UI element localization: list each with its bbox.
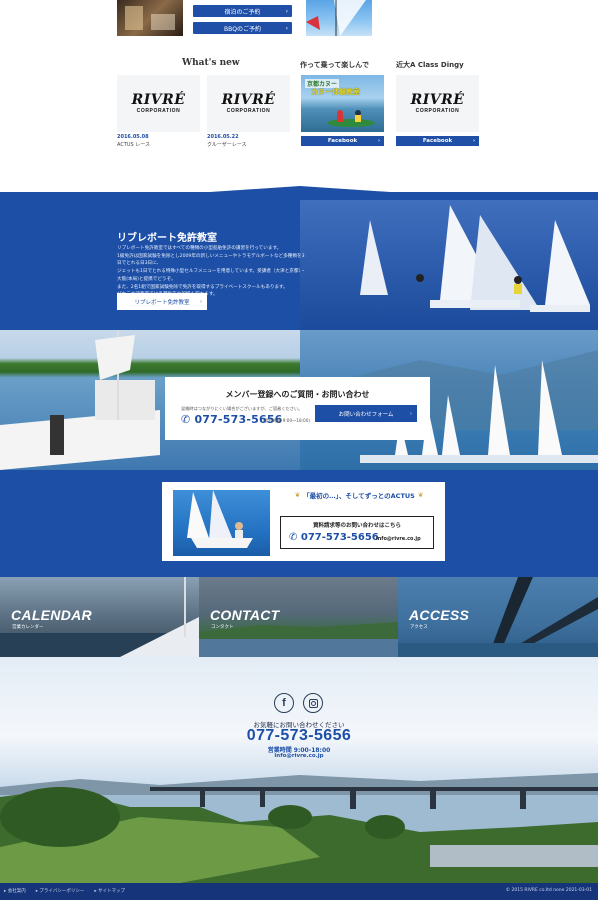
- rivre-logo-sub: CORPORATION: [226, 108, 271, 114]
- chevron-right-icon: ›: [377, 138, 380, 144]
- window-light: [125, 6, 143, 30]
- chevron-right-icon: ›: [410, 410, 412, 417]
- footer-link-sitemap[interactable]: ▸ サイトマップ: [94, 888, 125, 894]
- lake-scene: [0, 657, 598, 883]
- inquiry-form-button[interactable]: お問い合わせフォーム ›: [315, 405, 417, 422]
- rivre-logo: RIVRÉ: [221, 92, 276, 108]
- contact-note: 混雑時はつながりにくい場合がございますが、ご容赦ください。: [181, 406, 303, 411]
- inquiry-form-label: お問い合わせフォーム: [338, 411, 394, 418]
- chevron-right-icon: ›: [472, 138, 475, 144]
- school-body-line: ジェットも1日でとれる特殊小型セルフメニューを用意しています。受講者（大津と京都…: [117, 269, 306, 282]
- contact-title: メンバー登録へのご質問・お問い合わせ: [225, 390, 370, 399]
- lodging-reservation-button[interactable]: 宿泊のご予約 ›: [193, 5, 292, 17]
- sail-boats-illustration: [360, 205, 590, 312]
- news-card-2-image[interactable]: RIVRÉ CORPORATION: [207, 75, 290, 132]
- access-tile-sub: アクセス: [410, 625, 428, 630]
- footer-link-privacy-label: プライバシーポリシー: [39, 889, 85, 894]
- canoe-banner[interactable]: 京都カヌー カヌー体験教室: [301, 75, 384, 132]
- access-tile[interactable]: ACCESS アクセス: [398, 577, 598, 657]
- actus-tagline: 「最初の…」、そしてずっとのACTUS: [303, 492, 415, 500]
- school-title: リブレボート免許教室: [117, 233, 217, 244]
- chevron-right-icon: ›: [285, 24, 288, 32]
- footer-bar: ▸ 会社案内 ▸ プライバシーポリシー ▸ サイトマップ © 2015 RIVR…: [0, 883, 598, 900]
- news-date: 2016.05.08: [117, 134, 149, 140]
- chevron-right-icon: ›: [200, 298, 202, 305]
- instagram-icon[interactable]: [303, 693, 323, 713]
- footer-phone[interactable]: 077-573-5656: [0, 727, 598, 745]
- instagram-lens: [310, 700, 316, 706]
- footer-links: ▸ 会社案内 ▸ プライバシーポリシー ▸ サイトマップ: [4, 888, 125, 894]
- contact-tile-sub: コンタクト: [211, 625, 234, 630]
- actus-phone[interactable]: 077-573-5656: [301, 532, 379, 543]
- member-contact-box: メンバー登録へのご質問・お問い合わせ 混雑時はつながりにくい場合がございますが、…: [165, 377, 430, 440]
- copyright-text: © 2015 RIVRE co.ltd none 2021-03-01: [505, 888, 592, 893]
- news-title-link[interactable]: クルーザーレース: [207, 141, 247, 148]
- calendar-tile-title: CALENDAR: [11, 607, 92, 623]
- sailing-race-photo: [300, 200, 598, 330]
- sail-illustration: [306, 0, 366, 36]
- school-body-line: また、2名1組で国家試験免除で免許を取得するプライベートスクールもあります。: [117, 284, 288, 290]
- actus-boat-illustration: [187, 490, 253, 548]
- laurel-left-icon: ❦: [294, 491, 301, 499]
- facebook-label: Facebook: [422, 138, 453, 144]
- facebook-button[interactable]: Facebook ›: [396, 136, 479, 146]
- whats-new-heading: What's new: [182, 58, 240, 68]
- news-card-1-image[interactable]: RIVRÉ CORPORATION: [117, 75, 200, 132]
- calendar-tile[interactable]: CALENDAR 営業カレンダー: [0, 577, 199, 657]
- canoe-illustration: [327, 110, 375, 127]
- rivre-logo: RIVRÉ: [131, 92, 186, 108]
- phone-icon: ✆: [181, 413, 191, 426]
- school-description: リブレボート免許教室ではすべての種類の小型船舶免許の講習を行っています。 1級免…: [117, 245, 307, 299]
- table-shape: [151, 14, 175, 30]
- actus-inquiry-text: 資料請求等のお問い合わせはこちら: [312, 523, 401, 529]
- school-button[interactable]: リブレボート免許教室 ›: [117, 293, 207, 310]
- kinki-heading: 近大A Class Dingy: [396, 61, 464, 69]
- actus-email[interactable]: info@rivre.co.jp: [376, 536, 421, 542]
- tsukutte-heading: 作って乗って楽しんで: [300, 61, 369, 69]
- actus-tagline-row: ❦ 「最初の…」、そしてずっとのACTUS ❦: [280, 490, 438, 500]
- news-date: 2016.05.22: [207, 134, 239, 140]
- rivre-logo-sub: CORPORATION: [415, 108, 460, 114]
- rivre-logo-sub: CORPORATION: [136, 108, 181, 114]
- contact-tile[interactable]: CONTACT コンタクト: [199, 577, 398, 657]
- actus-box: ❦ 「最初の…」、そしてずっとのACTUS ❦ 資料請求等のお問い合わせはこちら…: [162, 482, 445, 561]
- actus-photo: [173, 490, 270, 556]
- bbq-reservation-button[interactable]: BBQのご予約 ›: [193, 22, 292, 34]
- footer-link-company[interactable]: ▸ 会社案内: [4, 888, 26, 894]
- sail-photo: [306, 0, 372, 36]
- news-title-link[interactable]: ACTUS レース: [117, 141, 150, 148]
- school-button-label: リブレボート免許教室: [134, 299, 190, 306]
- school-body-line: リブレボート免許教室ではすべての種類の小型船舶免許の講習を行っています。: [117, 246, 282, 251]
- phone-icon: ✆: [289, 532, 298, 543]
- rivre-logo: RIVRÉ: [410, 92, 465, 108]
- lodging-photo: [117, 0, 183, 36]
- bbq-reservation-label: BBQのご予約: [224, 25, 261, 33]
- bridge-landscape-illustration: [0, 773, 598, 883]
- footer-link-privacy[interactable]: ▸ プライバシーポリシー: [36, 888, 85, 894]
- contact-hours: (受付時間 9:00～18:00): [263, 418, 311, 423]
- canoe-banner-line2: カヌー体験教室: [311, 88, 360, 96]
- school-body-line: 1級免許は国家試験を免除とし2009年の新しいメニューやトラモデルボートなど多種…: [117, 253, 305, 267]
- footer-link-sitemap-label: サイトマップ: [98, 889, 126, 894]
- contact-tile-title: CONTACT: [210, 607, 280, 623]
- kinki-card-image[interactable]: RIVRÉ CORPORATION: [396, 75, 479, 132]
- footer-link-company-label: 会社案内: [7, 889, 26, 894]
- facebook-icon[interactable]: f: [274, 693, 294, 713]
- actus-phone-row: ✆ 077-573-5656: [289, 532, 379, 543]
- footer-email[interactable]: info@rivre.co.jp: [0, 753, 598, 759]
- instagram-glyph: [308, 698, 318, 708]
- calendar-tile-sub: 営業カレンダー: [12, 625, 44, 630]
- lodging-reservation-label: 宿泊のご予約: [224, 8, 261, 16]
- facebook-label: Facebook: [327, 138, 358, 144]
- laurel-right-icon: ❦: [417, 491, 424, 499]
- actus-inquiry-box: 資料請求等のお問い合わせはこちら ✆ 077-573-5656 info@riv…: [280, 516, 434, 549]
- chevron-right-icon: ›: [285, 7, 288, 15]
- access-tile-title: ACCESS: [409, 607, 470, 623]
- facebook-button[interactable]: Facebook ›: [301, 136, 384, 146]
